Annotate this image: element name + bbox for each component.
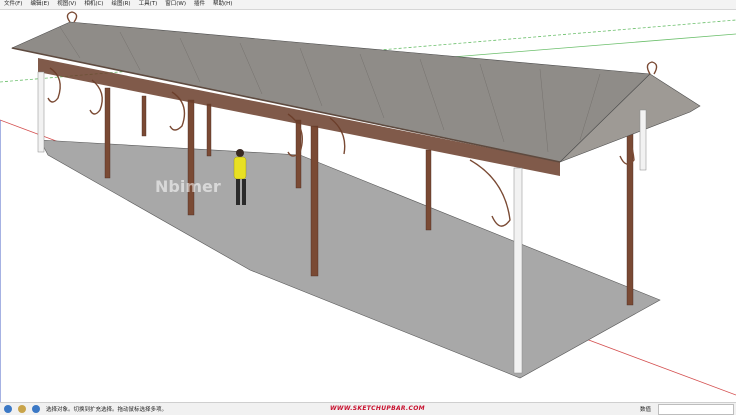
status-bar: 选择对象。切换到扩充选择。拖动鼠标选择多项。 WWW.SKETCHUPBAR.C… [0,402,736,415]
menu-window[interactable]: 窗口(W) [161,0,190,9]
site-watermark: WWW.SKETCHUPBAR.COM [330,405,425,412]
measurements-label: 数值 [640,407,652,413]
model-viewport[interactable]: Nbimer Nbimer [0,10,736,402]
watermark-right: Nbimer [525,180,591,199]
menu-help[interactable]: 帮助(H) [209,0,236,9]
green-axis-solid [439,33,736,59]
menu-file[interactable]: 文件(F) [0,0,26,9]
menu-bar: 文件(F) 编辑(E) 视图(V) 相机(C) 绘图(R) 工具(T) 窗口(W… [0,0,736,10]
info-icon[interactable] [4,405,12,413]
menu-camera[interactable]: 相机(C) [80,0,107,9]
menu-plugins[interactable]: 插件 [190,0,209,9]
menu-edit[interactable]: 编辑(E) [26,0,53,9]
menu-view[interactable]: 视图(V) [53,0,80,9]
measurements-input[interactable] [658,404,734,415]
ground-slab [39,139,661,379]
watermark-left: Nbimer [155,177,221,196]
model-canvas[interactable]: Nbimer Nbimer [0,10,736,402]
help-icon[interactable] [32,405,40,413]
menu-tools[interactable]: 工具(T) [135,0,162,9]
user-icon[interactable] [18,405,26,413]
status-hint-text: 选择对象。切换到扩充选择。拖动鼠标选择多项。 [46,407,168,413]
menu-draw[interactable]: 绘图(R) [107,0,134,9]
